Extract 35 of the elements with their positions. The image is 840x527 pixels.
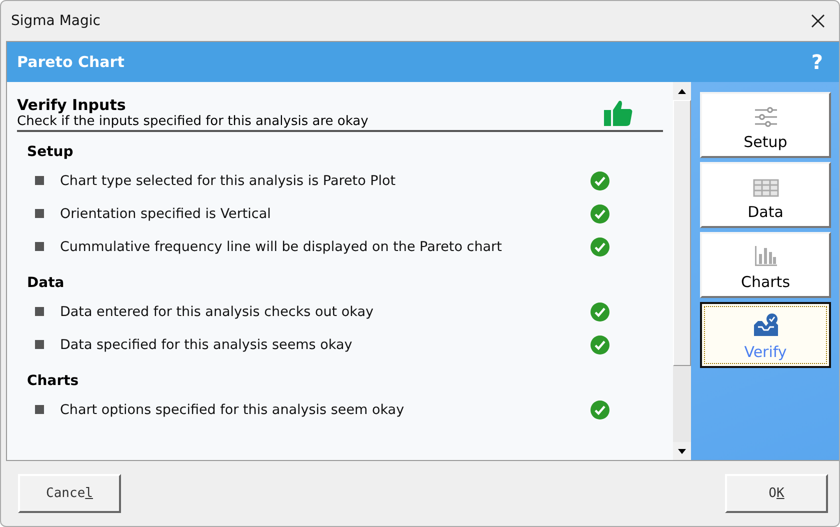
section-heading: Charts bbox=[27, 373, 80, 389]
scroll-up-icon[interactable] bbox=[678, 88, 686, 94]
bullet-icon bbox=[35, 176, 44, 185]
thumbs-up-icon bbox=[603, 98, 633, 126]
check-item: Cummulative frequency line will be displayed on the Pareto chart bbox=[60, 238, 503, 254]
bar-chart-icon bbox=[754, 245, 778, 267]
dialog-button[interactable]: OK bbox=[725, 474, 828, 513]
check-item: Chart type selected for this analysis is Pareto Plot bbox=[60, 172, 397, 188]
window-title: Sigma Magic bbox=[11, 13, 100, 29]
check-item: Data specified for this analysis seems okay bbox=[60, 336, 354, 352]
dialog-button[interactable]: Cancel bbox=[18, 474, 121, 513]
table-icon bbox=[752, 179, 778, 197]
panel-title: Verify Inputs bbox=[17, 96, 127, 114]
sliders-icon bbox=[754, 107, 778, 127]
section-heading: Data bbox=[27, 275, 66, 291]
panel-subtitle: Check if the inputs specified for this analysis are okay bbox=[17, 114, 368, 129]
check-item: Orientation specified is Vertical bbox=[60, 206, 272, 222]
check-item: Chart options specified for this analysis seem okay bbox=[60, 402, 406, 418]
nav-button[interactable]: Setup bbox=[700, 92, 831, 158]
bullet-icon bbox=[35, 242, 44, 251]
nav-button[interactable]: Verify bbox=[700, 302, 831, 368]
scroll-down-icon[interactable] bbox=[678, 448, 686, 454]
bullet-icon bbox=[35, 340, 44, 349]
bullet-icon bbox=[35, 307, 44, 316]
bullet-icon bbox=[35, 405, 44, 414]
section-heading: Setup bbox=[27, 144, 74, 160]
close-icon[interactable] bbox=[811, 14, 825, 28]
nav-button[interactable]: Charts bbox=[700, 232, 831, 298]
check-item: Data entered for this analysis checks out okay bbox=[60, 304, 374, 320]
scrollbar[interactable] bbox=[673, 82, 691, 460]
dialog-title: Pareto Chart bbox=[17, 53, 124, 71]
bullet-icon bbox=[35, 209, 44, 218]
inbox-check-icon bbox=[752, 313, 780, 337]
nav-button[interactable]: Data bbox=[700, 162, 831, 228]
scroll-thumb[interactable] bbox=[673, 100, 691, 366]
